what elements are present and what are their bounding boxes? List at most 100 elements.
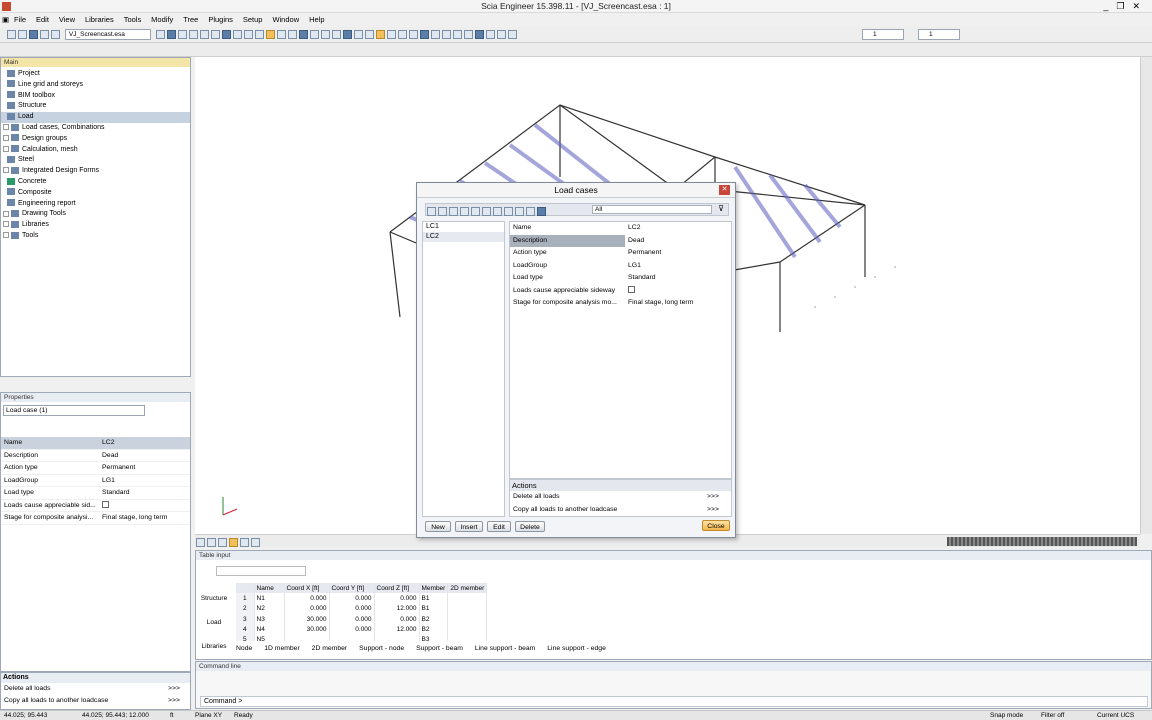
table-row[interactable]: 4 N4 30.000 0.000 12.000 B2 — [236, 624, 488, 635]
dlg-prop-load-type[interactable]: Load type Standard — [510, 272, 731, 285]
table-search-input[interactable] — [216, 566, 306, 576]
tree-item-line-grid[interactable]: Line grid and storeys — [1, 80, 190, 91]
dlg-prop-action-type[interactable]: Action type Permanent — [510, 247, 731, 260]
table-row[interactable]: 2 N2 0.000 0.000 12.000 B1 — [236, 603, 488, 614]
dlg-prop-loadgroup[interactable]: LoadGroup LG1 — [510, 260, 731, 273]
menu-file[interactable]: File — [10, 13, 30, 27]
grid-icon[interactable] — [287, 30, 297, 39]
action-delete-loads[interactable]: Delete all loads >>> — [1, 683, 190, 695]
sideway-checkbox[interactable] — [102, 501, 109, 509]
menu-modify[interactable]: Modify — [147, 13, 177, 27]
tree-item-calculation[interactable]: Calculation, mesh — [1, 145, 190, 156]
insert-button[interactable]: Insert — [455, 521, 483, 532]
col-coord-z[interactable]: Coord Z [ft] — [374, 583, 420, 594]
layer-icon[interactable] — [441, 30, 451, 39]
tree-item-steel[interactable]: Steel — [1, 155, 190, 166]
menu-libraries[interactable]: Libraries — [81, 13, 118, 27]
close-button[interactable]: Close — [702, 520, 730, 531]
table-row[interactable]: 3 N3 30.000 0.000 0.000 B2 — [236, 613, 488, 625]
render-mode-icon[interactable] — [207, 538, 216, 547]
dlg-prop-description[interactable]: Description Dead — [510, 234, 731, 247]
expand-icon[interactable] — [3, 145, 9, 152]
expand-icon[interactable] — [3, 232, 9, 239]
tab-support-node[interactable]: Support - node — [359, 644, 404, 654]
menu-tools[interactable]: Tools — [120, 13, 146, 27]
edit-icon[interactable] — [449, 207, 458, 216]
tab-line-support-beam[interactable]: Line support - beam — [475, 644, 535, 654]
tree-item-composite[interactable]: Composite — [1, 188, 190, 199]
wireframe-icon[interactable] — [232, 30, 242, 39]
shading-icon[interactable] — [251, 538, 260, 547]
new-case-icon[interactable] — [427, 207, 436, 216]
filter-icon[interactable] — [276, 30, 286, 39]
status-snap[interactable]: Snap mode — [990, 711, 1023, 720]
list-item-lc1[interactable]: LC1 — [423, 222, 504, 232]
window-controls[interactable]: _❐✕ — [1103, 0, 1148, 12]
beam-icon[interactable] — [309, 30, 319, 39]
viewport-vscroll[interactable] — [1140, 57, 1152, 534]
tree-item-design-groups[interactable]: Design groups — [1, 134, 190, 145]
view-x-icon[interactable] — [474, 30, 484, 39]
expand-icon[interactable] — [3, 134, 9, 141]
side-load[interactable]: Load — [196, 605, 232, 629]
funnel-icon[interactable]: ⊽ — [718, 204, 724, 213]
labels-icon[interactable] — [218, 538, 227, 547]
status-filter[interactable]: Filter off — [1041, 711, 1064, 720]
zoom-in-icon[interactable] — [199, 30, 209, 39]
delete-icon[interactable] — [460, 207, 469, 216]
tree-item-concrete[interactable]: Concrete — [1, 177, 190, 188]
expand-icon[interactable] — [3, 124, 9, 131]
select-icon[interactable] — [265, 30, 275, 39]
results-icon[interactable] — [353, 30, 363, 39]
axo-icon[interactable] — [507, 30, 517, 39]
action-copy-loads[interactable]: Copy all loads to another loadcase >>> — [1, 695, 190, 707]
prop-row-name[interactable]: Name LC2 — [1, 437, 190, 450]
tree-item-idf[interactable]: Integrated Design Forms — [1, 166, 190, 177]
settings-icon[interactable] — [430, 30, 440, 39]
menu-view[interactable]: View — [55, 13, 79, 27]
copy-icon[interactable] — [471, 207, 480, 216]
dialog-close-icon[interactable]: ✕ — [719, 185, 730, 195]
print-icon[interactable] — [515, 207, 524, 216]
material-icon[interactable] — [419, 30, 429, 39]
save-icon[interactable] — [537, 207, 546, 216]
zoom-all-icon[interactable] — [188, 30, 198, 39]
sort-icon[interactable] — [482, 207, 491, 216]
tree-item-project[interactable]: Project — [1, 69, 190, 80]
menu-edit[interactable]: Edit — [32, 13, 53, 27]
measure-icon[interactable] — [463, 30, 473, 39]
prop-row-load-type[interactable]: Load type Standard — [1, 487, 190, 500]
save-icon[interactable] — [28, 30, 38, 39]
expand-icon[interactable] — [3, 210, 9, 217]
menu-window[interactable]: Window — [268, 13, 303, 27]
tree-item-bim-toolbox[interactable]: BIM toolbox — [1, 91, 190, 102]
undo-icon[interactable] — [39, 30, 49, 39]
dlg-sideway-checkbox[interactable] — [628, 286, 635, 294]
active-view-icon[interactable] — [229, 538, 238, 547]
dlg-prop-composite-stage[interactable]: Stage for composite analysis mo... Final … — [510, 297, 731, 310]
new-icon[interactable] — [6, 30, 16, 39]
pan-icon[interactable] — [243, 30, 253, 39]
tab-node[interactable]: Node — [236, 644, 252, 654]
tree-item-structure[interactable]: Structure — [1, 101, 190, 112]
prop-row-action-type[interactable]: Action type Permanent — [1, 462, 190, 475]
prop-row-composite-stage[interactable]: Stage for composite analysi... Final stag… — [1, 512, 190, 525]
section-view-icon[interactable] — [240, 538, 249, 547]
tree-item-tools[interactable]: Tools — [1, 231, 190, 242]
view-icon[interactable] — [166, 30, 176, 39]
open-icon[interactable] — [526, 207, 535, 216]
node-icon[interactable] — [298, 30, 308, 39]
dlg-prop-name[interactable]: Name LC2 — [510, 222, 731, 235]
menu-help[interactable]: Help — [305, 13, 328, 27]
minimize-icon[interactable]: _ — [1103, 1, 1116, 11]
properties-selector[interactable]: Load case (1) — [3, 405, 145, 416]
menu-setup[interactable]: Setup — [239, 13, 267, 27]
expand-icon[interactable] — [3, 221, 9, 228]
side-structure[interactable]: Structure — [196, 581, 232, 605]
doc-icon[interactable]: ▣ — [0, 13, 9, 27]
prop-row-sideway[interactable]: Loads cause appreciable sid... — [1, 500, 190, 512]
load-icon[interactable] — [331, 30, 341, 39]
check-icon[interactable] — [364, 30, 374, 39]
close-icon[interactable]: ✕ — [1132, 1, 1148, 11]
plate-icon[interactable] — [320, 30, 330, 39]
